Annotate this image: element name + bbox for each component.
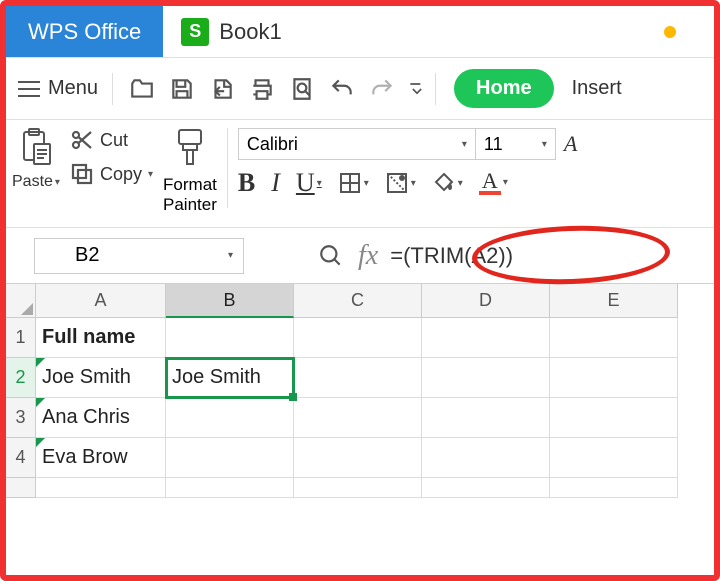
hamburger-icon: [18, 81, 40, 97]
open-icon[interactable]: [127, 74, 157, 104]
row-header[interactable]: 1: [6, 318, 36, 358]
separator: [435, 73, 436, 105]
font-size-select[interactable]: 11▾: [476, 128, 556, 160]
menu-label: Menu: [48, 77, 98, 100]
copy-label: Copy: [100, 164, 142, 185]
ribbon-toolbar: Paste▾ Cut Copy▾ FormatPainter Calibri▾ …: [6, 120, 714, 228]
document-tab[interactable]: S Book1: [163, 6, 299, 57]
copy-icon: [70, 162, 94, 186]
underline-button[interactable]: U▾: [296, 168, 322, 198]
zoom-cell-icon[interactable]: [316, 241, 346, 271]
error-indicator-icon: [36, 438, 45, 447]
spreadsheet-grid[interactable]: 1 2 3 4 A B C D E Full name Joe Smith Jo…: [6, 284, 714, 498]
cell-A1[interactable]: Full name: [36, 318, 166, 358]
cell-B4[interactable]: [166, 438, 294, 478]
font-group: Calibri▾ 11▾ A B I U▾ ▾ ▾ ▾ A▾: [238, 128, 708, 198]
spreadsheet-icon: S: [181, 18, 209, 46]
cell-D2[interactable]: [422, 358, 550, 398]
scissors-icon: [70, 128, 94, 152]
cell-A4[interactable]: Eva Brow: [36, 438, 166, 478]
cell-A2[interactable]: Joe Smith: [36, 358, 166, 398]
cell-E4[interactable]: [550, 438, 678, 478]
print-icon[interactable]: [247, 74, 277, 104]
cell-B3[interactable]: [166, 398, 294, 438]
borders-button[interactable]: ▾: [338, 171, 369, 195]
paintbrush-icon: [173, 128, 207, 171]
select-all-corner[interactable]: [6, 284, 36, 318]
qat-more-icon[interactable]: [407, 74, 427, 104]
unsaved-indicator-icon: [664, 26, 676, 38]
column-header[interactable]: A: [36, 284, 166, 318]
undo-icon[interactable]: [327, 74, 357, 104]
cell[interactable]: [294, 478, 422, 498]
format-painter-label: FormatPainter: [163, 175, 217, 214]
title-bar: WPS Office S Book1: [6, 6, 714, 58]
increase-font-button[interactable]: A: [564, 128, 577, 160]
cell[interactable]: [166, 478, 294, 498]
paste-button[interactable]: Paste▾: [12, 128, 60, 191]
tab-insert[interactable]: Insert: [572, 77, 622, 100]
font-color-button[interactable]: A▾: [479, 171, 508, 195]
row-header[interactable]: 2: [6, 358, 36, 398]
save-icon[interactable]: [167, 74, 197, 104]
cell-C2[interactable]: [294, 358, 422, 398]
export-icon[interactable]: [207, 74, 237, 104]
cell-C4[interactable]: [294, 438, 422, 478]
quick-access-toolbar: [127, 74, 427, 104]
cell-D3[interactable]: [422, 398, 550, 438]
fx-icon[interactable]: fx: [358, 240, 378, 272]
row-header[interactable]: [6, 478, 36, 498]
row-header[interactable]: 3: [6, 398, 36, 438]
tab-home[interactable]: Home: [454, 69, 554, 108]
clipboard-group: Cut Copy▾: [70, 128, 153, 186]
separator: [227, 128, 228, 208]
cell-E3[interactable]: [550, 398, 678, 438]
row-header[interactable]: 4: [6, 438, 36, 478]
app-name: WPS Office: [6, 6, 163, 57]
clipboard-icon: [20, 128, 52, 171]
font-name-select[interactable]: Calibri▾: [238, 128, 476, 160]
separator: [112, 73, 113, 105]
error-indicator-icon: [36, 358, 45, 367]
column-header[interactable]: C: [294, 284, 422, 318]
format-painter-button[interactable]: FormatPainter: [163, 128, 217, 214]
column-header[interactable]: E: [550, 284, 678, 318]
menu-button[interactable]: Menu: [12, 73, 104, 104]
cell-B1[interactable]: [166, 318, 294, 358]
ribbon-tabs: Home Insert: [454, 69, 622, 108]
copy-button[interactable]: Copy▾: [70, 162, 153, 186]
cut-label: Cut: [100, 130, 128, 151]
cell-D4[interactable]: [422, 438, 550, 478]
cell-effects-button[interactable]: ▾: [385, 171, 416, 195]
column-header[interactable]: B: [166, 284, 294, 318]
paste-label: Paste▾: [12, 173, 60, 191]
cut-button[interactable]: Cut: [70, 128, 153, 152]
name-box[interactable]: B2▾: [34, 238, 244, 274]
cell[interactable]: [550, 478, 678, 498]
cell-D1[interactable]: [422, 318, 550, 358]
formula-bar: B2▾ fx =(TRIM(A2)): [6, 228, 714, 284]
cell-E1[interactable]: [550, 318, 678, 358]
cell-C1[interactable]: [294, 318, 422, 358]
fill-color-button[interactable]: ▾: [432, 171, 463, 195]
ribbon-header: Menu Home Insert: [6, 58, 714, 120]
cell[interactable]: [36, 478, 166, 498]
italic-button[interactable]: I: [271, 168, 280, 198]
error-indicator-icon: [36, 398, 45, 407]
formula-input[interactable]: =(TRIM(A2)): [390, 243, 513, 269]
cell[interactable]: [422, 478, 550, 498]
print-preview-icon[interactable]: [287, 74, 317, 104]
cell-E2[interactable]: [550, 358, 678, 398]
cell-C3[interactable]: [294, 398, 422, 438]
redo-icon[interactable]: [367, 74, 397, 104]
bold-button[interactable]: B: [238, 168, 255, 198]
column-header[interactable]: D: [422, 284, 550, 318]
cell-B2[interactable]: Joe Smith: [166, 358, 294, 398]
cell-A3[interactable]: Ana Chris: [36, 398, 166, 438]
document-title: Book1: [219, 19, 281, 45]
